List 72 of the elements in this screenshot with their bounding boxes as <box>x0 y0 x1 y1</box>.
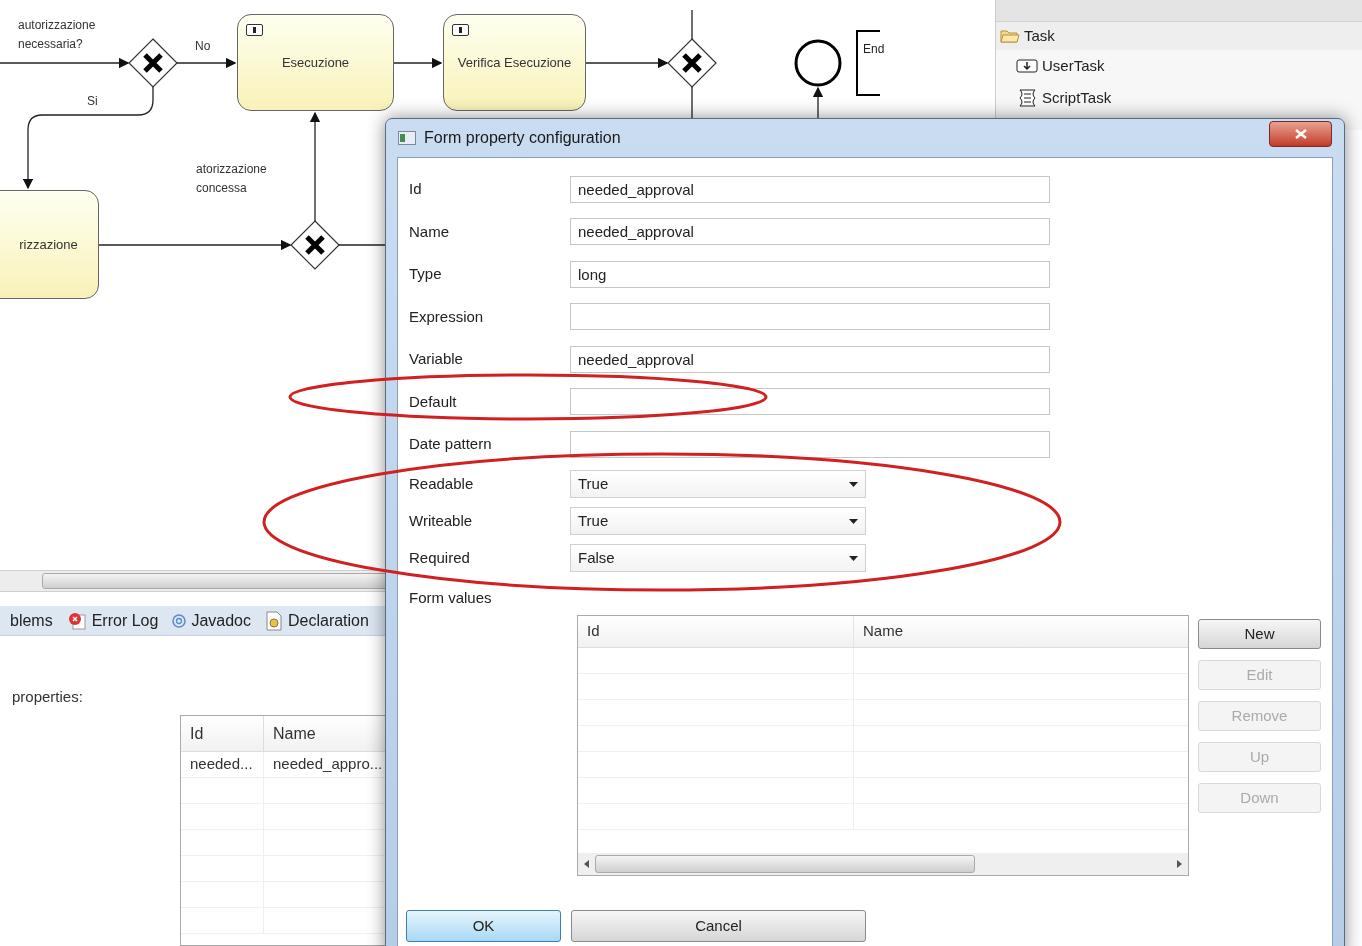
column-header[interactable]: Name <box>854 616 1188 647</box>
task-type-icon <box>1016 58 1038 74</box>
palette-item[interactable]: UserTask <box>996 50 1362 82</box>
field-label: Readable <box>409 473 475 494</box>
section-label: Form values <box>409 587 493 608</box>
window-icon <box>398 131 416 145</box>
exclusive-gateway <box>667 38 717 88</box>
dropdown-arrow-icon <box>849 481 858 487</box>
dialog-title: Form property configuration <box>424 128 622 148</box>
text-field[interactable] <box>570 388 1050 416</box>
horizontal-scrollbar[interactable] <box>578 853 1188 875</box>
column-header[interactable]: Id <box>578 616 854 647</box>
exclusive-gateway <box>128 38 178 88</box>
dropdown[interactable]: True <box>570 507 866 535</box>
field-label: Required <box>409 547 471 568</box>
view-tab[interactable]: Error Log <box>66 608 159 633</box>
field-label: Variable <box>409 349 464 369</box>
right-arrow-icon <box>1177 860 1182 868</box>
text-field[interactable] <box>570 430 1050 458</box>
column-header[interactable]: Id <box>181 716 264 751</box>
annotation-text: End <box>863 41 885 58</box>
flow-label: Si <box>87 93 99 110</box>
side-button[interactable]: New <box>1198 619 1321 649</box>
document-icon <box>265 610 283 631</box>
table-cell-text: needed_appro... <box>272 754 384 775</box>
task-type-icon <box>246 24 263 36</box>
text-field[interactable] <box>570 303 1050 331</box>
dropdown[interactable]: True <box>570 470 866 498</box>
close-button[interactable] <box>1269 121 1332 147</box>
palette-item[interactable]: ScriptTask <box>996 82 1362 114</box>
error-log-icon <box>66 611 87 630</box>
dropdown-arrow-icon <box>849 518 858 524</box>
task-type-icon <box>452 24 469 36</box>
field-label: Default <box>409 391 458 412</box>
flow-label: No <box>195 38 212 55</box>
field-label: Type <box>409 264 443 284</box>
exclusive-gateway <box>290 220 340 270</box>
sequence-flow-arrow <box>812 86 824 121</box>
text-field[interactable]: needed_approval <box>570 218 1050 246</box>
left-arrow-icon <box>584 860 589 868</box>
view-tab[interactable]: Declaration <box>265 608 369 633</box>
dialog-button[interactable]: OK <box>406 910 561 942</box>
sequence-flow-arrow <box>175 57 237 69</box>
field-label: Expression <box>409 306 485 327</box>
view-tab[interactable]: blems <box>10 608 53 633</box>
text-field[interactable]: needed_approval <box>570 345 1050 373</box>
dropdown[interactable]: False <box>570 544 866 572</box>
flow-label: autorizzazione necessaria? <box>18 17 97 53</box>
palette-folder[interactable]: Task <box>996 22 1362 50</box>
section-label: properties: <box>12 687 83 707</box>
task-label: Esecuzione <box>281 53 350 72</box>
sequence-flow-arrow <box>392 57 443 69</box>
field-label: Writeable <box>409 510 474 531</box>
sequence-flow-line <box>691 9 693 41</box>
sequence-flow-line <box>691 85 693 121</box>
field-label: Date pattern <box>409 434 493 454</box>
dropdown-arrow-icon <box>849 555 858 561</box>
field-label: Name <box>409 221 450 242</box>
task-label: rizzazione <box>18 235 78 254</box>
at-sign-icon <box>172 613 187 628</box>
field-label: Id <box>409 179 423 199</box>
text-field[interactable]: needed_approval <box>570 175 1050 203</box>
text-field[interactable]: long <box>570 260 1050 288</box>
close-icon <box>1294 129 1307 139</box>
end-event <box>794 39 842 87</box>
folder-icon <box>1000 29 1020 43</box>
view-tab[interactable]: Javadoc <box>172 608 251 633</box>
task-label: Verifica Esecuzione <box>457 53 572 72</box>
table-cell: needed... <box>181 752 264 777</box>
dialog-button[interactable]: Cancel <box>571 910 866 942</box>
script-icon <box>1016 88 1038 108</box>
flow-label: atorizzazione concessa <box>196 161 268 197</box>
